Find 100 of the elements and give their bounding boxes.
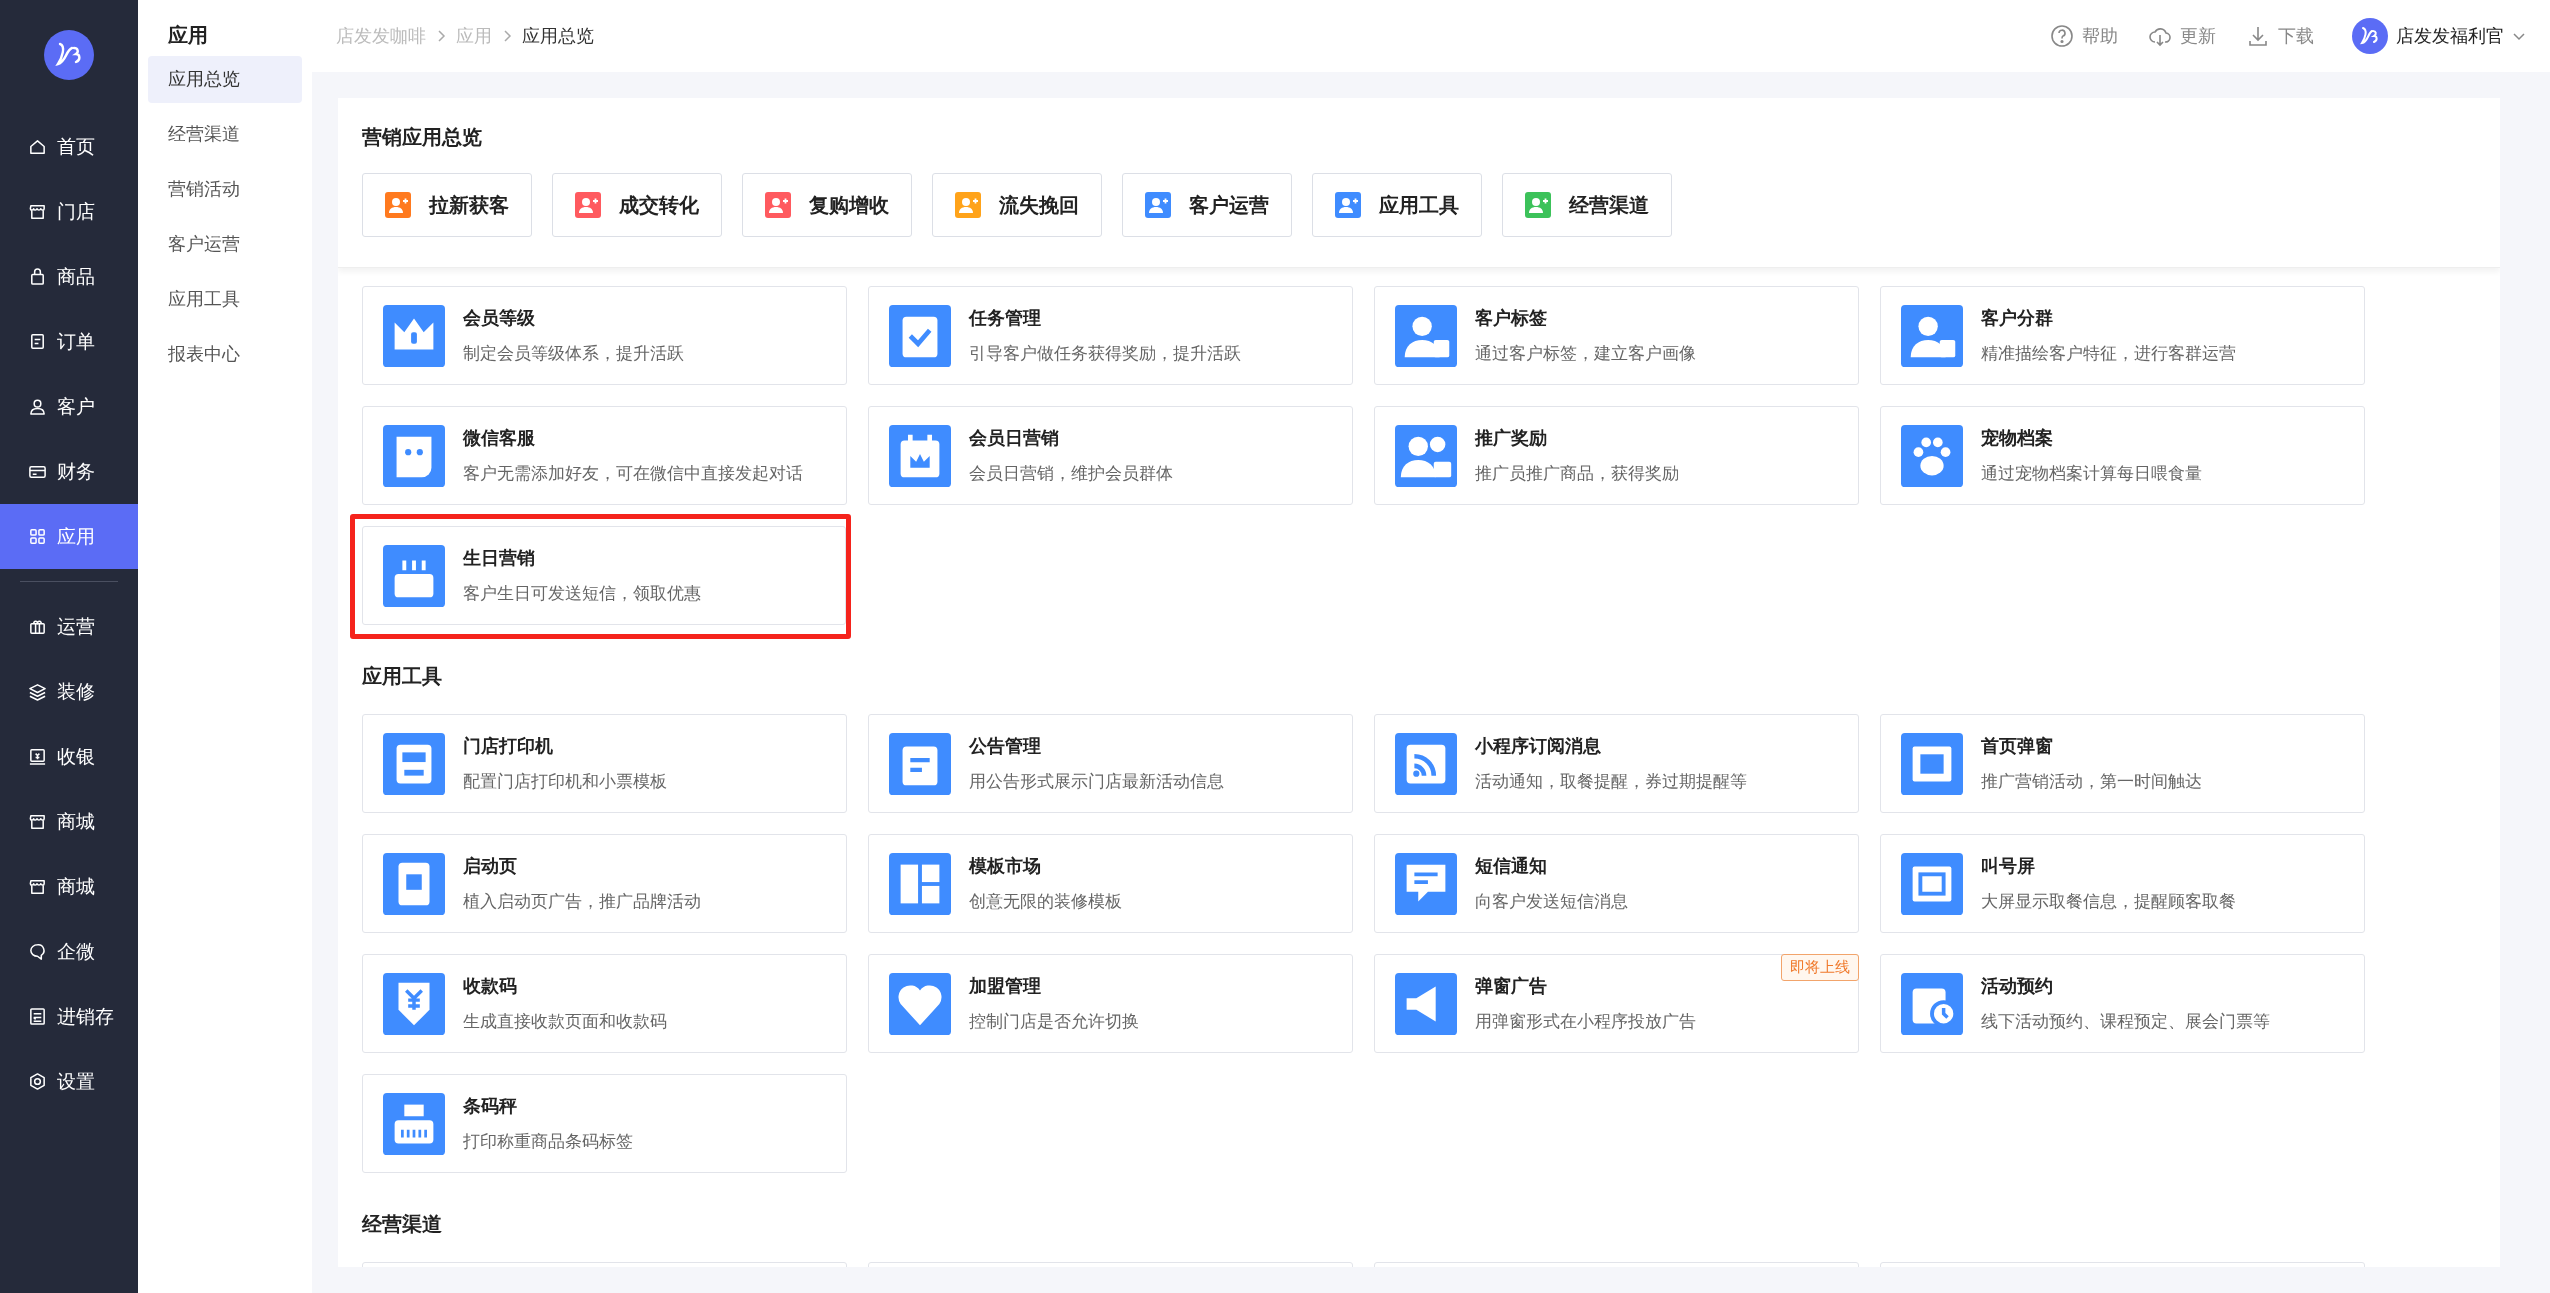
app-title: 短信通知 bbox=[1475, 855, 1548, 878]
app-description: 植入启动页广告，推广品牌活动 bbox=[463, 891, 701, 913]
rss-icon bbox=[1395, 732, 1457, 795]
header-action[interactable]: 帮助 bbox=[2050, 24, 2118, 48]
app-card[interactable]: 叫号屏 大屏显示取餐信息，提醒顾客取餐 bbox=[1880, 834, 2365, 933]
avatar-icon bbox=[2352, 18, 2388, 54]
logo-icon bbox=[44, 30, 94, 80]
app-card[interactable]: 微信客服 客户无需添加好友，可在微信中直接发起对话 bbox=[362, 406, 847, 505]
subnav-item[interactable]: 经营渠道 bbox=[148, 111, 302, 158]
app-card[interactable]: 客户分群 精准描绘客户特征，进行客群运营 bbox=[1880, 286, 2365, 385]
app-description: 线下活动预约、课程预定、展会门票等 bbox=[1981, 1011, 2270, 1033]
app-description: 通过宠物档案计算每日喂食量 bbox=[1981, 463, 2202, 485]
app-description: 用弹窗形式在小程序投放广告 bbox=[1475, 1011, 1696, 1033]
sidebar-item[interactable]: 进销存 bbox=[0, 984, 138, 1049]
app-title: 会员等级 bbox=[463, 307, 536, 330]
app-card[interactable]: 任务管理 引导客户做任务获得奖励，提升活跃 bbox=[868, 286, 1353, 385]
header-action[interactable]: 更新 bbox=[2148, 24, 2216, 48]
sidebar-item[interactable]: 订单 bbox=[0, 309, 138, 374]
app-description: 制定会员等级体系，提升活跃 bbox=[463, 343, 684, 365]
app-description: 打印称重商品条码标签 bbox=[463, 1131, 633, 1153]
app-description: 控制门店是否允许切换 bbox=[969, 1011, 1139, 1033]
section-title: 应用 bbox=[167, 23, 209, 48]
section-heading: 应用工具 bbox=[362, 664, 443, 689]
app-description: 用公告形式展示门店最新活动信息 bbox=[969, 771, 1224, 793]
section-heading: 营销应用总览 bbox=[362, 125, 483, 150]
header-action[interactable]: 下载 bbox=[2246, 24, 2314, 48]
clipboard-icon bbox=[889, 304, 951, 367]
app-title: 收款码 bbox=[463, 975, 518, 998]
category-button[interactable]: 成交转化 bbox=[552, 173, 722, 237]
category-button[interactable]: 复购增收 bbox=[742, 173, 912, 237]
app-card[interactable]: 短信通知 向客户发送短信消息 bbox=[1374, 834, 1859, 933]
gear-icon bbox=[28, 1072, 47, 1091]
app-title: 弹窗广告 bbox=[1475, 975, 1548, 998]
app-card[interactable]: 模板市场 创意无限的装修模板 bbox=[868, 834, 1353, 933]
subnav-item[interactable]: 营销活动 bbox=[148, 166, 302, 213]
app-title: 门店打印机 bbox=[463, 735, 554, 758]
app-card[interactable]: 会员等级 制定会员等级体系，提升活跃 bbox=[362, 286, 847, 385]
grid-icon bbox=[28, 527, 47, 546]
subnav-item[interactable]: 应用工具 bbox=[148, 276, 302, 323]
app-card[interactable]: 生日营销 客户生日可发送短信，领取优惠 bbox=[362, 526, 846, 625]
sidebar-item[interactable]: 商城 bbox=[0, 789, 138, 854]
app-card[interactable]: 宠物档案 通过宠物档案计算每日喂食量 bbox=[1880, 406, 2365, 505]
app-card[interactable]: 活动预约 线下活动预约、课程预定、展会门票等 bbox=[1880, 954, 2365, 1053]
app-description: 生成直接收款页面和收款码 bbox=[463, 1011, 667, 1033]
app-title: 推广奖励 bbox=[1475, 427, 1548, 450]
app-card[interactable]: 收款码 生成直接收款页面和收款码 bbox=[362, 954, 847, 1053]
chat-icon bbox=[28, 942, 47, 961]
sidebar-item[interactable]: 应用 bbox=[0, 504, 138, 569]
app-description: 推广营销活动，第一时间触达 bbox=[1981, 771, 2202, 793]
sidebar-item[interactable]: 运营 bbox=[0, 594, 138, 659]
category-button[interactable]: 拉新获客 bbox=[362, 173, 532, 237]
sidebar-item[interactable]: 装修 bbox=[0, 659, 138, 724]
app-card[interactable]: 启动页 植入启动页广告，推广品牌活动 bbox=[362, 834, 847, 933]
app-card[interactable]: 小程序订阅消息 活动通知，取餐提醒，券过期提醒等 bbox=[1374, 714, 1859, 813]
coming-soon-tag: 即将上线 bbox=[1781, 954, 1859, 981]
subnav-item[interactable]: 应用总览 bbox=[148, 56, 302, 103]
category-button[interactable]: 流失挽回 bbox=[932, 173, 1102, 237]
app-title: 模板市场 bbox=[969, 855, 1042, 878]
sidebar-item[interactable]: 财务 bbox=[0, 439, 138, 504]
face-icon bbox=[383, 424, 445, 487]
app-title: 活动预约 bbox=[1981, 975, 2054, 998]
user-menu[interactable]: 店发发福利官 bbox=[2352, 18, 2526, 54]
section-heading: 经营渠道 bbox=[362, 1212, 443, 1237]
printer-icon bbox=[383, 732, 445, 795]
ledger-icon bbox=[28, 1007, 47, 1026]
subnav-item[interactable]: 客户运营 bbox=[148, 221, 302, 268]
subnav-item[interactable]: 报表中心 bbox=[148, 331, 302, 378]
sidebar-item[interactable]: 商城 bbox=[0, 854, 138, 919]
sidebar-item[interactable]: 企微 bbox=[0, 919, 138, 984]
person-icon bbox=[28, 397, 47, 416]
sidebar-item[interactable]: 收银 bbox=[0, 724, 138, 789]
sidebar-item[interactable]: 客户 bbox=[0, 374, 138, 439]
chevron-down-icon bbox=[2512, 31, 2526, 41]
app-card[interactable]: 条码秤 打印称重商品条码标签 bbox=[362, 1074, 847, 1173]
app-description: 通过客户标签，建立客户画像 bbox=[1475, 343, 1696, 365]
app-description: 配置门店打印机和小票模板 bbox=[463, 771, 667, 793]
app-card[interactable]: 会员日营销 会员日营销，维护会员群体 bbox=[868, 406, 1353, 505]
sidebar-item[interactable]: 设置 bbox=[0, 1049, 138, 1114]
app-card[interactable]: 弹窗广告 用弹窗形式在小程序投放广告 即将上线 bbox=[1374, 954, 1859, 1053]
category-button[interactable]: 经营渠道 bbox=[1502, 173, 1672, 237]
person-icon bbox=[1395, 304, 1457, 367]
app-card[interactable]: 加盟管理 控制门店是否允许切换 bbox=[868, 954, 1353, 1053]
sidebar-item[interactable]: 门店 bbox=[0, 179, 138, 244]
sidebar-item[interactable]: 商品 bbox=[0, 244, 138, 309]
app-card[interactable]: 客户标签 通过客户标签，建立客户画像 bbox=[1374, 286, 1859, 385]
app-card[interactable]: 推广奖励 推广员推广商品，获得奖励 bbox=[1374, 406, 1859, 505]
megaphone-icon bbox=[1395, 972, 1457, 1035]
app-title: 首页弹窗 bbox=[1981, 735, 2054, 758]
category-button[interactable]: 客户运营 bbox=[1122, 173, 1292, 237]
category-button[interactable]: 应用工具 bbox=[1312, 173, 1482, 237]
store-icon bbox=[28, 812, 47, 831]
app-title: 叫号屏 bbox=[1981, 855, 2036, 878]
app-card[interactable]: 公告管理 用公告形式展示门店最新活动信息 bbox=[868, 714, 1353, 813]
store-icon bbox=[28, 877, 47, 896]
help-icon bbox=[2050, 24, 2074, 48]
app-card[interactable]: 首页弹窗 推广营销活动，第一时间触达 bbox=[1880, 714, 2365, 813]
chevron-right-icon bbox=[502, 29, 512, 43]
sidebar-item[interactable]: 首页 bbox=[0, 114, 138, 179]
app-card[interactable]: 门店打印机 配置门店打印机和小票模板 bbox=[362, 714, 847, 813]
person-icon bbox=[1901, 304, 1963, 367]
